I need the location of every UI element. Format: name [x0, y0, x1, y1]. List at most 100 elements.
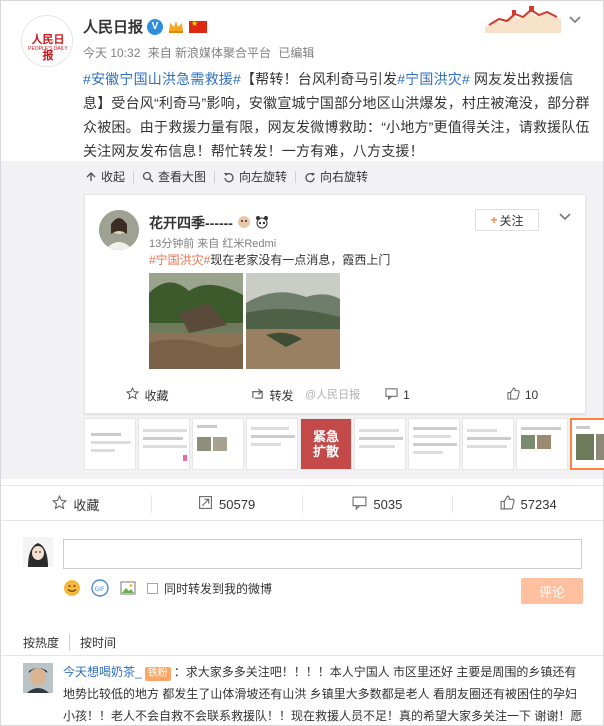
- view-large-label: 查看大图: [158, 170, 207, 184]
- collapse-button[interactable]: 收起: [85, 170, 135, 184]
- post-action-bar: 收藏 50579 5035 57234: [1, 485, 603, 521]
- topic-link[interactable]: #安徽宁国山洪急需救援#: [83, 71, 241, 87]
- flood-photo-1: [149, 273, 243, 369]
- view-large-button[interactable]: 查看大图: [134, 170, 216, 184]
- fan-badge: 铁粉: [144, 667, 171, 681]
- collapse-label: 收起: [101, 170, 126, 184]
- comment-button[interactable]: 5035: [303, 495, 454, 513]
- thumbnail-strip: 紧急 扩散: [84, 418, 604, 474]
- thumbnail[interactable]: [84, 418, 136, 470]
- rotate-left-icon: [223, 171, 235, 183]
- panda-icon: [255, 215, 269, 232]
- inner-text: #宁国洪灾#现在老家没有一点消息，霞西上门: [149, 251, 390, 268]
- thumbs-up-icon: [507, 387, 520, 403]
- rotate-right-label: 向右旋转: [320, 170, 369, 184]
- inner-author: 花开四季------: [149, 213, 269, 233]
- inner-chevron-icon: [559, 209, 571, 224]
- inner-like-count: 10: [524, 388, 539, 402]
- star-icon: [126, 386, 140, 403]
- inner-meta: 13分钟前 来自 红米Redmi: [149, 238, 277, 250]
- watermark: @人民日报: [305, 389, 361, 401]
- image-icon[interactable]: [119, 579, 137, 597]
- post-text: #安徽宁国山洪急需救援#【帮转！台风利奇马引发#宁国洪灾# 网友发出救援信息】受…: [83, 67, 593, 163]
- weibo-post-card: 人民日报 PEOPLE'S DAILY 人民日报 V 今天 10:32 来自 新…: [0, 0, 604, 726]
- face-icon: [237, 215, 251, 232]
- post-time[interactable]: 今天 10:32: [83, 46, 140, 60]
- inner-avatar: [99, 210, 139, 250]
- collapse-icon: [85, 171, 97, 183]
- favorite-label: 收藏: [73, 497, 100, 513]
- divider: [1, 655, 603, 656]
- inner-fav-label: 收藏: [144, 388, 169, 403]
- like-button[interactable]: 57234: [453, 495, 603, 513]
- follow-label: 关注: [499, 213, 524, 228]
- thumbs-up-icon: [500, 495, 515, 513]
- svg-text:GIF: GIF: [95, 586, 105, 593]
- thumbnail[interactable]: [354, 418, 406, 470]
- great-wall-decoration: [485, 5, 561, 33]
- emoji-icon[interactable]: [63, 579, 81, 597]
- inner-like: 10: [460, 377, 585, 413]
- comment-icon: [352, 495, 367, 513]
- flood-photo-2: [246, 273, 340, 369]
- post-edited: 已编辑: [278, 46, 315, 60]
- inner-topic: #宁国洪灾#: [149, 253, 211, 267]
- rotate-right-icon: [304, 171, 316, 183]
- author-avatar[interactable]: 人民日报 PEOPLE'S DAILY: [21, 15, 73, 67]
- thumbnail[interactable]: [462, 418, 514, 470]
- author-name[interactable]: 人民日报: [83, 16, 143, 37]
- commenter-name[interactable]: 今天想喝奶茶_: [63, 665, 142, 679]
- rotate-left-label: 向左旋转: [239, 170, 288, 184]
- follow-button: + 关注: [475, 209, 539, 231]
- sort-by-hot[interactable]: 按热度: [23, 634, 71, 651]
- media-toolbar: 收起 查看大图 向左旋转 向右旋转: [85, 165, 376, 189]
- thumbnail-urgent-text: 紧急 扩散: [312, 429, 339, 459]
- also-repost-checkbox[interactable]: [147, 582, 158, 594]
- thumbnail-urgent[interactable]: 紧急 扩散: [300, 418, 352, 470]
- comment-count: 5035: [373, 496, 403, 512]
- comment-input[interactable]: [63, 539, 582, 569]
- author-line: 人民日报 V: [83, 16, 208, 37]
- my-avatar[interactable]: [23, 537, 53, 567]
- inner-fav: 收藏: [85, 377, 210, 413]
- star-icon: [52, 494, 68, 513]
- comment-item: 今天想喝奶茶_ 铁粉 ：求大家多多关注吧！！！！本人宁国人 市区里还好 主要是周围的…: [63, 661, 587, 726]
- also-repost-label: 同时转发到我的微博: [164, 581, 273, 596]
- post-source[interactable]: 来自 新浪媒体聚合平台: [148, 46, 271, 60]
- thumbnail[interactable]: [516, 418, 568, 470]
- verified-icon: V: [147, 18, 164, 35]
- thumbnail[interactable]: [246, 418, 298, 470]
- rotate-right-button[interactable]: 向右旋转: [296, 171, 376, 183]
- inner-repost-label: 转发: [269, 388, 294, 403]
- chevron-down-icon[interactable]: [568, 13, 586, 27]
- comment-sort: 按热度 按时间: [23, 634, 126, 651]
- comment-icon: [385, 387, 398, 403]
- zoom-icon: [142, 171, 154, 183]
- embedded-screenshot[interactable]: 花开四季------ + 关注 13分钟前 来自 红米Redmi #宁国洪灾#现在…: [84, 194, 586, 414]
- favorite-button[interactable]: 收藏: [1, 494, 152, 513]
- submit-comment-button[interactable]: 评论: [521, 578, 583, 604]
- china-flag-icon: [189, 19, 208, 33]
- thumbnail[interactable]: [408, 418, 460, 470]
- topic-link[interactable]: #宁国洪灾#: [397, 71, 470, 87]
- gif-icon[interactable]: GIF: [91, 579, 109, 597]
- thumbnail-selected[interactable]: [570, 418, 604, 470]
- logo-subtext: PEOPLE'S DAILY: [28, 46, 68, 52]
- like-count: 57234: [520, 496, 557, 512]
- inner-author-name: 花开四季------: [149, 215, 233, 231]
- rotate-left-button[interactable]: 向左旋转: [215, 170, 297, 184]
- member-crown-icon: [167, 19, 185, 35]
- thumbnail[interactable]: [138, 418, 190, 470]
- repost-count: 50579: [219, 496, 256, 512]
- commenter-avatar[interactable]: [23, 663, 53, 693]
- inner-comment-count: 1: [403, 388, 410, 402]
- repost-icon: [198, 495, 213, 513]
- sort-by-time[interactable]: 按时间: [70, 634, 126, 651]
- thumbnail[interactable]: [192, 418, 244, 470]
- inner-body: 现在老家没有一点消息，霞西上门: [210, 253, 391, 267]
- post-body-1: 【帮转！台风利奇马引发: [240, 71, 398, 87]
- repost-button[interactable]: 50579: [152, 495, 303, 513]
- repost-icon: [251, 387, 264, 403]
- composer-tools: GIF 同时转发到我的微博: [63, 579, 272, 597]
- post-meta: 今天 10:32 来自 新浪媒体聚合平台 已编辑: [83, 44, 318, 61]
